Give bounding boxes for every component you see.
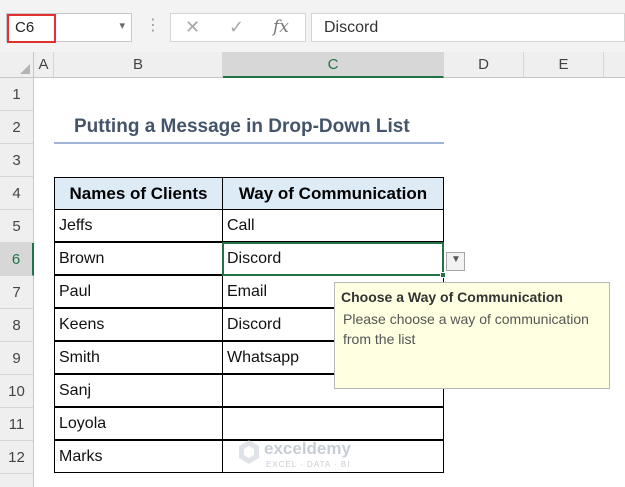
table-cell-name[interactable]: Sanj xyxy=(54,374,223,407)
column-header-f[interactable] xyxy=(604,52,625,78)
row-header-3[interactable]: 3 xyxy=(0,144,34,177)
watermark-tagline: EXCEL · DATA · BI xyxy=(266,460,351,469)
row-header-8[interactable]: 8 xyxy=(0,309,34,342)
input-message-tooltip: Choose a Way of Communication Please cho… xyxy=(334,282,610,389)
row-header-12[interactable]: 12 xyxy=(0,441,34,474)
column-header-d[interactable]: D xyxy=(444,52,524,78)
watermark-name: exceldemy xyxy=(264,439,351,458)
row-header-4[interactable]: 4 xyxy=(0,177,34,210)
table-header-communication[interactable]: Way of Communication xyxy=(222,177,444,210)
row-header-10[interactable]: 10 xyxy=(0,375,34,408)
select-all-corner[interactable] xyxy=(0,52,34,78)
column-header-b[interactable]: B xyxy=(54,52,223,78)
input-message-body: Please choose a way of communication fro… xyxy=(343,311,589,347)
table-cell-name[interactable]: Paul xyxy=(54,275,223,308)
sheet-title: Putting a Message in Drop-Down List xyxy=(74,116,410,137)
table-cell-name[interactable]: Loyola xyxy=(54,407,223,440)
name-box-value: C6 xyxy=(15,19,35,36)
table-cell-name[interactable]: Keens xyxy=(54,308,223,341)
dropdown-button[interactable]: ▼ xyxy=(446,252,465,271)
enter-icon[interactable]: ✓ xyxy=(229,17,244,38)
row-header-1[interactable]: 1 xyxy=(0,78,34,111)
table-cell-name[interactable]: Marks xyxy=(54,440,223,473)
cancel-icon[interactable]: ✕ xyxy=(185,17,200,38)
column-header-e[interactable]: E xyxy=(524,52,604,78)
table-cell-name[interactable]: Brown xyxy=(54,242,223,275)
table-cell-communication[interactable]: Call xyxy=(222,209,444,242)
title-underline xyxy=(54,142,444,144)
table-cell-name[interactable]: Smith xyxy=(54,341,223,374)
row-header-13[interactable] xyxy=(0,474,34,487)
column-header-c[interactable]: C xyxy=(223,52,444,78)
formula-buttons: ✕ ✓ fx xyxy=(170,13,306,42)
formula-input[interactable]: Discord xyxy=(311,13,625,42)
chevron-down-icon: ▼ xyxy=(451,254,461,265)
table-header-names[interactable]: Names of Clients xyxy=(54,177,223,210)
row-header-2[interactable]: 2 xyxy=(0,111,34,144)
formula-value: Discord xyxy=(324,19,379,36)
row-header-9[interactable]: 9 xyxy=(0,342,34,375)
chevron-down-icon[interactable]: ▾ xyxy=(119,19,125,32)
exceldemy-watermark: exceldemy EXCEL · DATA · BI xyxy=(238,437,378,473)
exceldemy-logo-icon xyxy=(239,440,259,464)
row-header-6[interactable]: 6 xyxy=(0,243,34,276)
more-options-icon[interactable]: ⋮ xyxy=(145,14,161,38)
active-cell-c6[interactable] xyxy=(222,242,444,276)
name-box[interactable]: C6 ▾ xyxy=(6,13,132,43)
row-header-5[interactable]: 5 xyxy=(0,210,34,243)
row-header-7[interactable]: 7 xyxy=(0,276,34,309)
table-cell-name[interactable]: Jeffs xyxy=(54,209,223,242)
column-header-a[interactable]: A xyxy=(34,52,54,78)
row-header-11[interactable]: 11 xyxy=(0,408,34,441)
insert-function-icon[interactable]: fx xyxy=(273,17,289,37)
input-message-title: Choose a Way of Communication xyxy=(341,289,563,305)
fill-handle[interactable] xyxy=(440,272,446,278)
table-cell-communication[interactable] xyxy=(222,407,444,440)
